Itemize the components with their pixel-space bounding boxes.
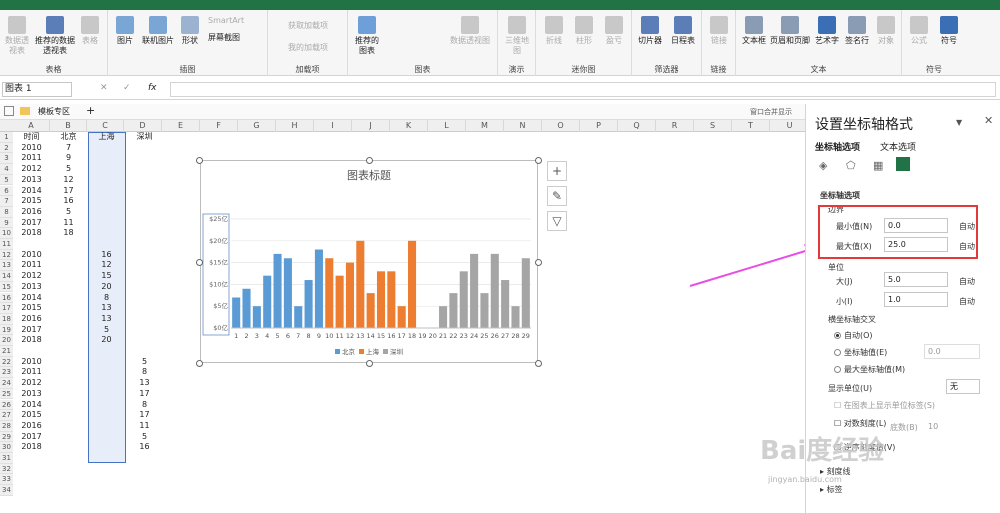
units-label: 单位 — [828, 263, 844, 272]
cross-value-radio[interactable]: 坐标轴值(E) — [834, 347, 887, 358]
major-label: 大(J) — [836, 277, 853, 286]
cross-auto-radio[interactable]: 自动(O) — [834, 330, 873, 341]
watermark-url: jingyan.baidu.com — [768, 475, 842, 484]
display-units-label: 显示单位(U) — [828, 384, 873, 393]
section-axis-options[interactable]: 坐标轴选项 — [820, 190, 860, 201]
tab-text-options[interactable]: 文本选项 — [880, 140, 916, 153]
radio-off-icon — [834, 366, 841, 373]
log-base-label: 底数(B) — [890, 423, 918, 432]
pane-close-icon[interactable]: ✕ — [984, 114, 993, 127]
show-unit-label-checkbox[interactable]: ☐ 在图表上显示单位标签(S) — [834, 400, 935, 411]
watermark: Bai度经验 — [760, 436, 885, 466]
minor-label: 小(I) — [836, 297, 853, 306]
log-base-value[interactable]: 10 — [928, 422, 938, 431]
minor-auto[interactable]: 自动 — [959, 296, 975, 307]
cross-max-radio[interactable]: 最大坐标轴值(M) — [834, 364, 905, 375]
pane-options-icon[interactable]: ▼ — [956, 118, 962, 127]
major-auto[interactable]: 自动 — [959, 276, 975, 287]
cross-label: 横坐标轴交叉 — [828, 315, 876, 324]
pane-title: 设置坐标轴格式 — [815, 117, 913, 133]
major-input[interactable]: 5.0 — [884, 272, 948, 287]
tab-axis-options[interactable]: 坐标轴选项 — [815, 140, 860, 153]
cross-value-input[interactable]: 0.0 — [924, 344, 980, 359]
radio-on-icon — [834, 332, 841, 339]
fill-icon[interactable]: ◈ — [819, 159, 827, 172]
effects-icon[interactable]: ⬠ — [846, 159, 856, 172]
section-labels[interactable]: ▸ 标签 — [820, 484, 843, 495]
log-scale-checkbox[interactable]: ☐ 对数刻度(L) — [834, 418, 886, 429]
size-icon[interactable]: ▦ — [873, 159, 883, 172]
display-units-select[interactable]: 无 — [946, 379, 980, 394]
minor-input[interactable]: 1.0 — [884, 292, 948, 307]
axis-options-icon[interactable] — [896, 157, 910, 171]
highlight-box — [818, 205, 978, 259]
radio-off-icon — [834, 349, 841, 356]
